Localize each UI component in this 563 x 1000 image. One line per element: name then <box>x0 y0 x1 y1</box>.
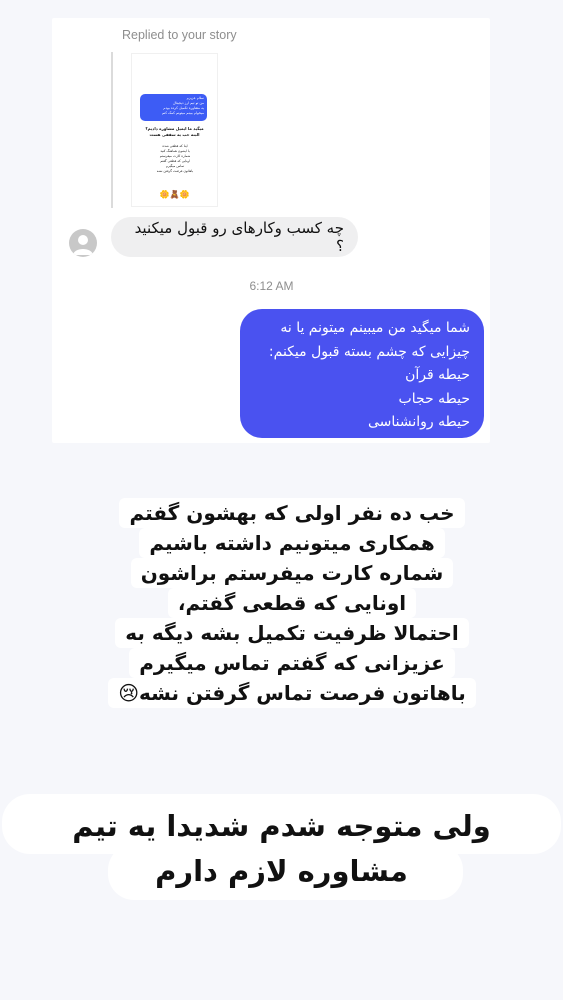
caption-line: اونایی که قطعی گفتم، <box>167 588 417 618</box>
outgoing-message-line: چیزایی که چشم بسته قبول میکنم: <box>268 343 470 360</box>
outgoing-message-line: حیطه قرآن <box>405 367 470 383</box>
incoming-message-bubble[interactable]: چه کسب وکارهای رو قبول میکنید ؟ <box>111 217 358 257</box>
story-reply-indicator-line <box>111 52 113 208</box>
caption-line: باهاتون فرصت تماس گرفتن نشه😢 <box>108 678 476 708</box>
caption-line: احتمالا ظرفیت تکمیل بشه دیگه به <box>115 618 469 648</box>
story-preview-emojis: 🌼🧸🌼 <box>159 190 190 199</box>
outgoing-message-bubble[interactable]: شما میگید من میبینم میتونم یا نه چیزایی … <box>240 309 484 438</box>
caption-line: مشاوره لازم دارم <box>155 854 408 888</box>
outgoing-message-line: شما میگید من میبینم میتونم یا نه <box>280 320 470 336</box>
story-preview-text: اینا که قطعی شده با ایشون هماهنگ کنید شم… <box>156 144 194 173</box>
replied-to-story-label: Replied to your story <box>122 28 237 42</box>
incoming-message-text: چه کسب وکارهای رو قبول میکنید ؟ <box>134 219 344 255</box>
outgoing-message-line: حیطه روانشناسی <box>367 414 470 430</box>
story-preview-bubble: سلام عزیزم من تو تیم ارز دیجیتال یه مشاو… <box>140 94 207 121</box>
user-silhouette-icon <box>73 235 93 255</box>
caption-line: شماره کارت میفرستم براشون <box>130 558 454 588</box>
caption-text: ولی متوجه شدم شدیدا یه تیم مشاوره لازم د… <box>0 804 563 894</box>
story-caption-primary: خب ده نفر اولی که بهشون گفتم همکاری میتو… <box>104 498 480 708</box>
story-preview-thumbnail[interactable]: سلام عزیزم من تو تیم ارز دیجیتال یه مشاو… <box>131 53 218 207</box>
avatar[interactable] <box>69 229 97 257</box>
story-caption-secondary: ولی متوجه شدم شدیدا یه تیم مشاوره لازم د… <box>0 792 563 902</box>
caption-line: عزیزانی که گفتم تماس میگیرم <box>129 648 455 678</box>
message-timestamp: 6:12 AM <box>249 279 294 293</box>
caption-line: ولی متوجه شدم شدیدا یه تیم <box>72 809 491 843</box>
caption-line: خب ده نفر اولی که بهشون گفتم <box>119 498 465 528</box>
story-preview-title: میگید ما ایمیل مشاوره دادیم؟ البته خب یه… <box>145 126 204 137</box>
caption-line: همکاری میتونیم داشته باشیم <box>139 528 445 558</box>
outgoing-message-line: حیطه حجاب <box>398 390 470 407</box>
